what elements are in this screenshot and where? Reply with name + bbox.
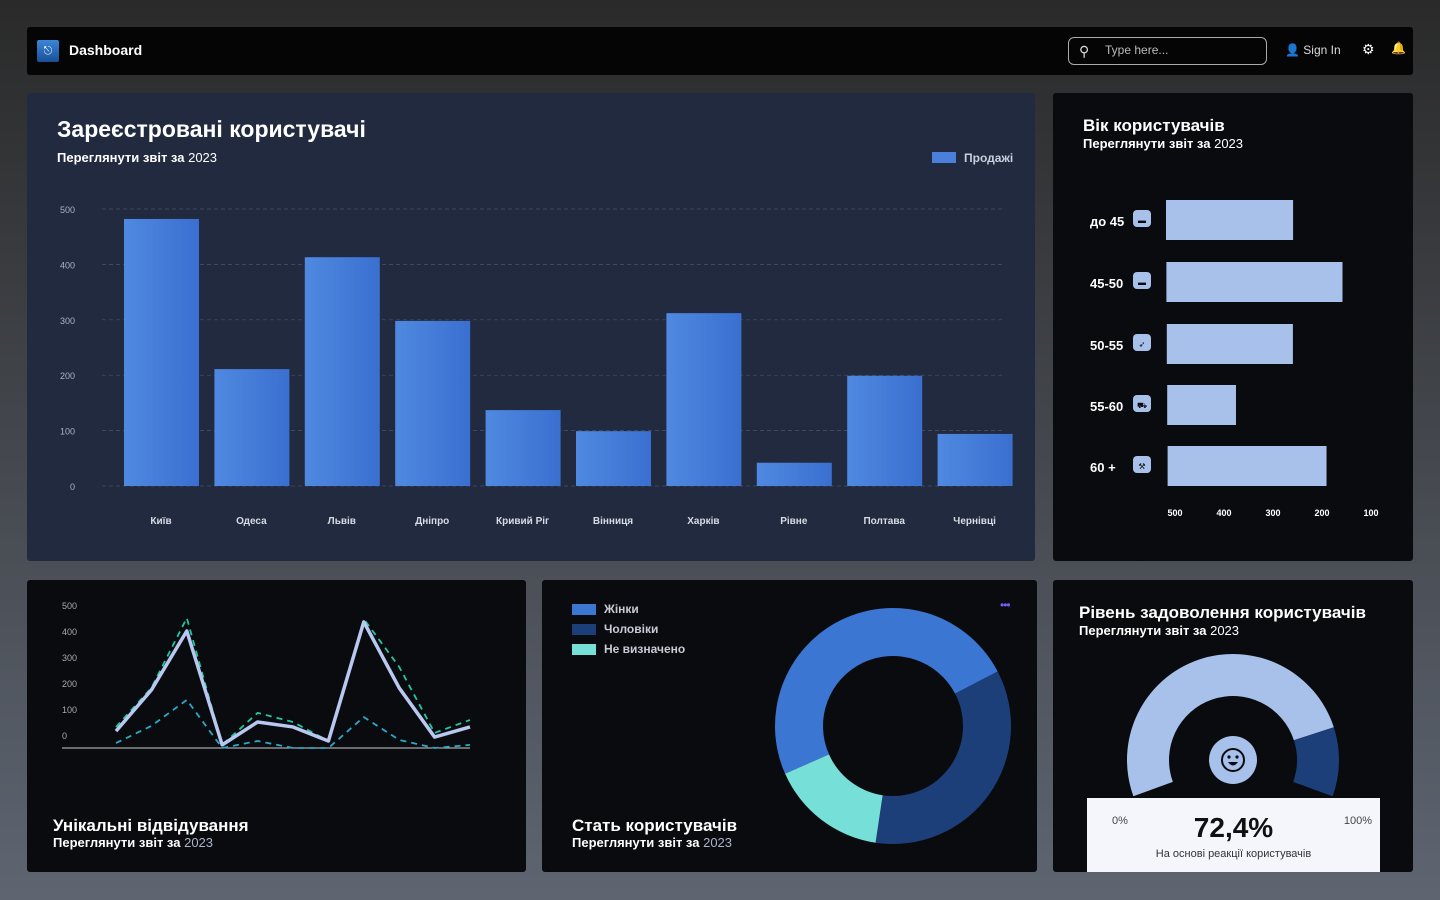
x-tick-label: 400 bbox=[1216, 508, 1231, 518]
panel-title: Стать користувачів bbox=[572, 816, 738, 835]
bar bbox=[1167, 446, 1327, 486]
x-tick-label: Київ bbox=[150, 516, 171, 527]
series-line bbox=[115, 699, 471, 749]
y-tick-label: 100 bbox=[60, 427, 75, 437]
category-label: 55-60 bbox=[1090, 399, 1123, 414]
search-icon: ⚲ bbox=[1079, 43, 1090, 59]
category-label: 50-55 bbox=[1090, 338, 1123, 353]
x-tick-label: Чернівці bbox=[953, 516, 996, 527]
bar bbox=[847, 375, 923, 486]
y-tick-label: 100 bbox=[62, 705, 77, 715]
panel-subtitle: Переглянути звіт за 2023 bbox=[572, 835, 733, 850]
y-tick-label: 0 bbox=[62, 731, 67, 741]
y-tick-label: 500 bbox=[62, 601, 77, 611]
y-tick-label: 400 bbox=[60, 260, 75, 270]
y-tick-label: 300 bbox=[60, 316, 75, 326]
user-icon: 👤 bbox=[1285, 43, 1300, 57]
smile-eye bbox=[1227, 755, 1231, 759]
bar bbox=[666, 313, 742, 486]
bar bbox=[937, 433, 1013, 486]
x-tick-label: Дніпро bbox=[415, 516, 449, 527]
x-tick-label: Вінниця bbox=[593, 516, 633, 527]
registered-users-chart: 0 100 200 300 400 500 Київ Одеса Львів Дніпро Крив… bbox=[60, 205, 1013, 527]
age-chart: до 45 ▬ 45-50 ▬ 50-55 ➶ 55-60 ⛟ 60 + ⚒ 500 400 300 20… bbox=[1090, 200, 1379, 518]
y-tick-label: 500 bbox=[60, 205, 75, 215]
gear-icon[interactable]: ⚙ bbox=[1362, 41, 1375, 58]
bar bbox=[1166, 324, 1293, 364]
satisfaction-panel: Рівень задоволення користувачів Переглян… bbox=[1053, 580, 1413, 872]
x-tick-label: Львів bbox=[328, 516, 356, 527]
y-tick-label: 200 bbox=[60, 371, 75, 381]
smile-eye bbox=[1235, 755, 1239, 759]
sign-in-button[interactable]: 👤 Sign In bbox=[1285, 43, 1341, 57]
x-tick-label: Одеса bbox=[236, 516, 267, 527]
series-line bbox=[114, 620, 471, 747]
x-tick-label: 100 bbox=[1363, 508, 1378, 518]
app-title: Dashboard bbox=[69, 42, 143, 58]
card-icon-glyph: ▬ bbox=[1138, 278, 1146, 287]
satisfaction-value: 72,4% bbox=[1193, 812, 1274, 843]
x-tick-label: Полтава bbox=[863, 516, 905, 527]
y-tick-label: 200 bbox=[62, 679, 77, 689]
sign-in-label: Sign In bbox=[1303, 43, 1341, 57]
bar bbox=[395, 320, 471, 486]
x-tick-label: 300 bbox=[1265, 508, 1280, 518]
unique-visits-panel: 0 100 200 300 400 500 Унікальні відвідування … bbox=[27, 580, 526, 872]
y-tick-label: 0 bbox=[70, 482, 75, 492]
wrench-icon-glyph: ⚒ bbox=[1138, 462, 1145, 471]
bar bbox=[124, 218, 199, 487]
x-tick-label: 500 bbox=[1167, 508, 1182, 518]
y-tick-label: 400 bbox=[62, 627, 77, 637]
wallet-icon-glyph: ▬ bbox=[1138, 216, 1146, 225]
bar bbox=[214, 369, 290, 486]
bar bbox=[304, 257, 380, 486]
x-tick-label: Кривий Ріг bbox=[496, 516, 549, 527]
bar bbox=[1167, 385, 1236, 425]
x-tick-label: Рівне bbox=[780, 516, 808, 527]
rocket-icon-glyph: ➶ bbox=[1139, 340, 1146, 349]
search-box[interactable]: ⚲ bbox=[1068, 37, 1267, 65]
y-tick-label: 300 bbox=[62, 653, 77, 663]
satisfaction-card: 0% 100% 72,4% На основі реакції користув… bbox=[1087, 798, 1380, 872]
navbar: ⎋ Dashboard ⚲ 👤 Sign In ⚙ 🔔 bbox=[27, 27, 1413, 75]
logo-icon[interactable]: ⎋ bbox=[37, 40, 59, 62]
age-panel: Вік користувачів Переглянути звіт за 202… bbox=[1053, 93, 1413, 561]
registered-users-panel: Зареєстровані користувачі Переглянути зв… bbox=[27, 93, 1035, 561]
bar bbox=[576, 431, 651, 486]
bar bbox=[756, 462, 832, 486]
bell-icon[interactable]: 🔔 bbox=[1391, 41, 1406, 55]
x-tick-label: Харків bbox=[687, 516, 719, 527]
smile-icon bbox=[1209, 736, 1257, 784]
bar bbox=[1166, 200, 1294, 240]
bar bbox=[1166, 262, 1343, 302]
search-input[interactable] bbox=[1105, 43, 1255, 57]
cart-icon-glyph: ⛟ bbox=[1137, 401, 1147, 410]
category-label: 45-50 bbox=[1090, 276, 1123, 291]
category-label: до 45 bbox=[1090, 214, 1124, 229]
panel-title: Унікальні відвідування bbox=[53, 816, 249, 835]
x-tick-label: 200 bbox=[1314, 508, 1329, 518]
donut-slice bbox=[875, 671, 1011, 844]
bar bbox=[485, 410, 561, 486]
panel-subtitle: Переглянути звіт за 2023 bbox=[53, 835, 214, 850]
satisfaction-caption: На основі реакції користувачів bbox=[1155, 848, 1312, 860]
donut-slice bbox=[785, 754, 883, 843]
category-label: 60 + bbox=[1090, 460, 1116, 475]
gender-panel: Жінки Чоловіки Не визначено ••• Стать кори… bbox=[542, 580, 1037, 872]
